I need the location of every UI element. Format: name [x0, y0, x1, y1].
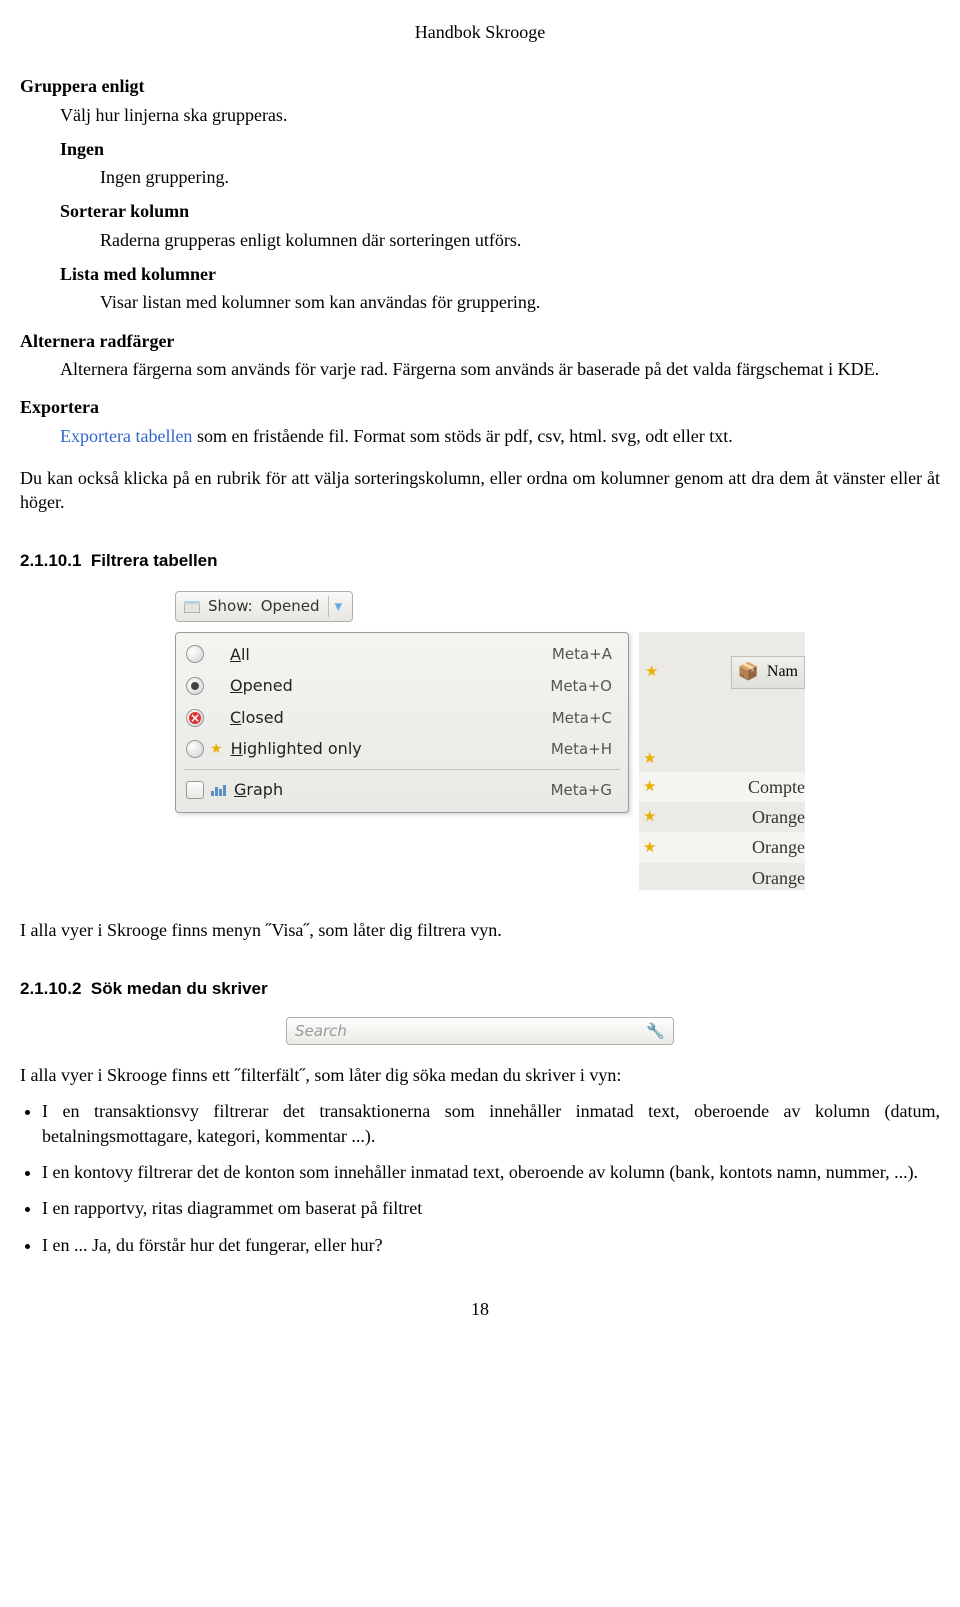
menu-item-highlighted[interactable]: ★ Highlighted only Meta+H	[176, 733, 628, 765]
show-label-value: Opened	[261, 596, 320, 616]
bullet-item: I en rapportvy, ritas diagrammet om base…	[42, 1196, 940, 1220]
desc-alternera: Alternera färgerna som används för varje…	[60, 357, 940, 381]
desc-gruppera: Välj hur linjerna ska grupperas.	[60, 103, 940, 127]
menu-label-opened: Opened	[230, 675, 550, 697]
table-row[interactable]: ★	[639, 746, 805, 772]
section-filter-heading: 2.1.10.1 Filtrera tabellen	[20, 550, 940, 573]
menu-item-graph[interactable]: Graph Meta+G	[176, 774, 628, 806]
table-right-pane: ★ 📦 Nam ★ ★ Compte ★ Orange ★ Orange Orange	[639, 632, 805, 890]
wrench-icon[interactable]: 🔧	[646, 1021, 665, 1041]
table-row[interactable]: ★ Orange	[639, 832, 805, 862]
table-row[interactable]: Orange	[639, 863, 805, 893]
star-icon: ★	[643, 838, 656, 858]
term-ingen: Ingen	[60, 137, 940, 161]
section-search-heading: 2.1.10.2 Sök medan du skriver	[20, 978, 940, 1001]
bullet-item: I en transaktionsvy filtrerar det transa…	[42, 1099, 940, 1148]
box-icon: 📦	[738, 661, 759, 684]
radio-selected-icon	[186, 677, 204, 695]
column-header-label: Nam	[767, 661, 798, 683]
menu-item-opened[interactable]: Opened Meta+O	[176, 670, 628, 702]
row-label: Orange	[752, 866, 805, 890]
paragraph-rubrik: Du kan också klicka på en rubrik för att…	[20, 466, 940, 515]
section-filter-num: 2.1.10.1	[20, 551, 81, 570]
term-lista: Lista med kolumner	[60, 262, 940, 286]
search-placeholder: Search	[295, 1021, 646, 1041]
menu-label-all: All	[230, 644, 552, 666]
desc-exportera-text: som en fristående fil. Format som stöds …	[192, 426, 732, 446]
row-label: Compte	[748, 775, 805, 799]
checkbox-icon	[186, 781, 204, 799]
radio-icon	[186, 740, 204, 758]
section-search-num: 2.1.10.2	[20, 979, 81, 998]
term-alternera: Alternera radfärger	[20, 329, 940, 353]
close-x-icon: ×	[189, 712, 201, 724]
radio-icon	[186, 645, 204, 663]
paragraph-search-intro: I alla vyer i Skrooge finns ett ˝filterf…	[20, 1063, 940, 1087]
menu-separator	[184, 769, 620, 770]
bullet-item: I en ... Ja, du förstår hur det fungerar…	[42, 1233, 940, 1257]
show-label-prefix: Show:	[208, 596, 253, 616]
term-gruppera: Gruppera enligt	[20, 74, 940, 98]
term-sorterar: Sorterar kolumn	[60, 199, 940, 223]
desc-sorterar: Raderna grupperas enligt kolumnen där so…	[100, 228, 940, 252]
graph-icon	[210, 783, 226, 797]
table-row[interactable]: ★ Compte	[639, 772, 805, 802]
chevron-down-icon: ▾	[328, 596, 343, 616]
desc-exportera: Exportera tabellen som en fristående fil…	[60, 424, 940, 448]
menu-item-closed[interactable]: × Closed Meta+C	[176, 702, 628, 734]
menu-shortcut-all: Meta+A	[552, 644, 612, 664]
star-icon: ★	[210, 740, 223, 759]
desc-lista: Visar listan med kolumner som kan använd…	[100, 290, 940, 314]
link-exportera-tabellen[interactable]: Exportera tabellen	[60, 426, 192, 446]
row-label: Orange	[752, 805, 805, 829]
window-icon	[184, 601, 200, 613]
menu-item-all[interactable]: All Meta+A	[176, 639, 628, 671]
paragraph-filter-vyn: I alla vyer i Skrooge finns menyn ˝Visa˝…	[20, 918, 940, 942]
screenshot-filter-menu: Show: Opened ▾ All Meta+A Opened Meta+O …	[175, 591, 805, 889]
star-icon: ★	[643, 749, 656, 769]
star-icon: ★	[645, 664, 658, 680]
menu-shortcut-highlighted: Meta+H	[551, 739, 612, 759]
desc-ingen: Ingen gruppering.	[100, 165, 940, 189]
star-icon: ★	[643, 777, 656, 797]
menu-label-graph: Graph	[234, 779, 551, 801]
menu-label-closed: Closed	[230, 707, 552, 729]
table-row[interactable]: ★ Orange	[639, 802, 805, 832]
page-header: Handbok Skrooge	[20, 20, 940, 44]
radio-icon: ×	[186, 709, 204, 727]
term-exportera: Exportera	[20, 395, 940, 419]
bullet-list: I en transaktionsvy filtrerar det transa…	[20, 1099, 940, 1256]
show-popup-menu: All Meta+A Opened Meta+O × Closed Meta+C…	[175, 632, 629, 813]
menu-label-highlighted: Highlighted only	[231, 738, 551, 760]
row-label: Orange	[752, 835, 805, 859]
section-search-title: Sök medan du skriver	[91, 979, 268, 998]
column-header-name[interactable]: 📦 Nam	[731, 656, 805, 689]
star-icon: ★	[643, 807, 656, 827]
menu-shortcut-closed: Meta+C	[552, 708, 612, 728]
page-number: 18	[20, 1297, 940, 1321]
menu-shortcut-graph: Meta+G	[551, 780, 612, 800]
search-input[interactable]: Search 🔧	[286, 1017, 674, 1045]
section-filter-title: Filtrera tabellen	[91, 551, 218, 570]
bullet-item: I en kontovy filtrerar det de konton som…	[42, 1160, 940, 1184]
show-dropdown-button[interactable]: Show: Opened ▾	[175, 591, 353, 621]
menu-shortcut-opened: Meta+O	[550, 676, 612, 696]
